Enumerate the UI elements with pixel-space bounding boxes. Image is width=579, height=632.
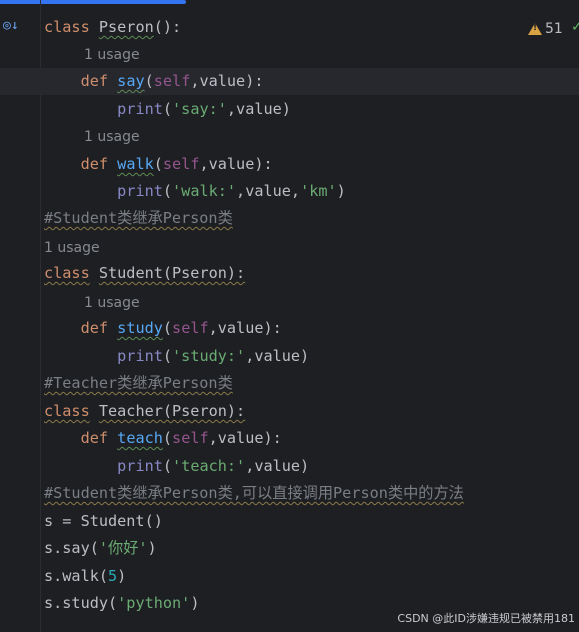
code-text: (	[162, 457, 173, 475]
function-name: walk	[117, 155, 154, 173]
code-text: ,value,	[236, 182, 301, 200]
checkmark-icon[interactable]: ✓	[571, 19, 579, 35]
watermark: CSDN @此ID涉嫌违规已被禁用181	[397, 612, 575, 625]
string-literal: 'say:'	[172, 100, 227, 118]
string-literal: 'python'	[117, 594, 191, 612]
code-line-15: s = Student()	[44, 508, 163, 535]
code-text: ,value):	[199, 155, 273, 173]
builtin-function: print	[117, 100, 163, 118]
usage-hint[interactable]: 1 usage	[84, 126, 140, 148]
keyword: def	[80, 429, 109, 447]
code-line-14: #Student类继承Person类,可以直接调用Person类中的方法	[44, 480, 464, 507]
code-line-18: s.study('python')	[44, 590, 199, 617]
code-text: (	[162, 319, 173, 337]
function-name: teach	[117, 429, 163, 447]
builtin-function: print	[117, 182, 163, 200]
string-literal: '你好'	[98, 539, 148, 557]
code-text: )	[117, 567, 127, 585]
keyword: class	[44, 402, 90, 420]
code-line-16: s.say('你好')	[44, 535, 157, 562]
number-literal: 5	[108, 567, 118, 585]
string-literal: 'walk:'	[172, 182, 237, 200]
code-line-5: print('walk:',value,'km')	[44, 178, 346, 205]
code-line-11: class Teacher(Pseron):	[44, 398, 245, 425]
self-param: self	[172, 429, 209, 447]
warning-icon	[528, 23, 542, 35]
builtin-function: print	[117, 347, 163, 365]
code-text: s.study(	[44, 594, 118, 612]
usage-hint[interactable]: 1 usage	[44, 237, 100, 259]
string-literal: 'km'	[300, 182, 337, 200]
warning-count: 51	[545, 21, 563, 37]
code-text: )	[147, 539, 157, 557]
self-param: self	[172, 319, 209, 337]
inspection-widget[interactable]: 51	[528, 19, 563, 39]
function-name: study	[117, 319, 163, 337]
code-text: ,value)	[226, 100, 291, 118]
builtin-function: print	[117, 457, 163, 475]
code-text: (	[144, 72, 154, 90]
code-line-6: #Student类继承Person类	[44, 205, 233, 232]
comment: #Student类继承Person类,可以直接调用Person类中的方法	[44, 484, 464, 502]
comment: #Student类继承Person类	[44, 209, 233, 227]
code-line-1: class Pseron():	[44, 14, 181, 41]
code-editor[interactable]: class Pseron(): 1 usage def say(self,val…	[0, 0, 579, 632]
keyword: def	[80, 72, 109, 90]
string-literal: 'teach:'	[172, 457, 246, 475]
keyword: class	[44, 264, 90, 282]
code-line-8: def study(self,value):	[44, 315, 282, 342]
code-line-13: print('teach:',value)	[44, 453, 309, 480]
code-text: )	[190, 594, 200, 612]
self-param: self	[162, 155, 200, 173]
code-line-17: s.walk(5)	[44, 563, 126, 590]
code-line-12: def teach(self,value):	[44, 425, 282, 452]
code-text: (	[162, 182, 173, 200]
code-text: (	[162, 100, 173, 118]
code-text: s = Student()	[44, 512, 163, 530]
code-line-9: print('study:',value)	[44, 343, 309, 370]
code-line-10: #Teacher类继承Person类	[44, 370, 233, 397]
comment: #Teacher类继承Person类	[44, 374, 233, 392]
function-name: say	[117, 72, 145, 90]
keyword: def	[80, 319, 109, 337]
code-text: ,value):	[190, 72, 264, 90]
keyword: class	[44, 18, 90, 36]
code-text: s.walk(	[44, 567, 109, 585]
self-param: self	[153, 72, 191, 90]
code-text: ,value):	[208, 429, 282, 447]
code-text: (	[162, 347, 173, 365]
usage-hint[interactable]: 1 usage	[84, 44, 140, 66]
code-text: ,value):	[208, 319, 282, 337]
code-text: ,value)	[245, 347, 310, 365]
code-text: Teacher(Pseron):	[98, 402, 246, 420]
class-name: Pseron	[98, 18, 154, 36]
code-text: Student(Pseron):	[98, 264, 246, 282]
code-line-7: class Student(Pseron):	[44, 260, 245, 287]
code-line-2: def say(self,value):	[44, 68, 264, 95]
code-text: (	[153, 155, 163, 173]
code-text: s.say(	[44, 539, 99, 557]
usage-hint[interactable]: 1 usage	[84, 292, 140, 314]
code-line-3: print('say:',value)	[44, 96, 291, 123]
keyword: def	[80, 155, 109, 173]
code-text: (	[162, 429, 173, 447]
string-literal: 'study:'	[172, 347, 246, 365]
code-text: )	[336, 182, 346, 200]
code-text: ():	[153, 18, 182, 36]
code-text: ,value)	[245, 457, 310, 475]
code-line-4: def walk(self,value):	[44, 151, 273, 178]
